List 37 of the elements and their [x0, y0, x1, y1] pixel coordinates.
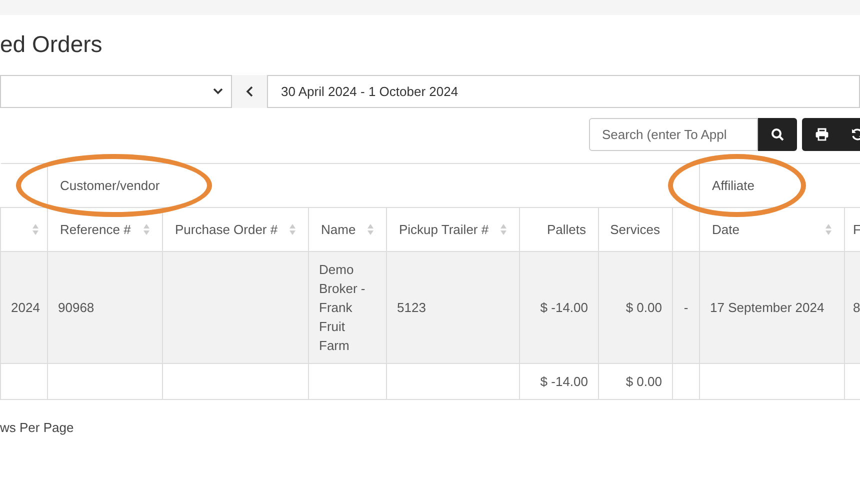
column-header: Pallets: [546, 220, 586, 239]
column-header: Services: [610, 220, 660, 239]
table-cell: $ 0.00: [626, 300, 662, 315]
sort-icon[interactable]: [32, 223, 39, 236]
table-cell: 5123: [397, 300, 426, 315]
column-header: Pickup Trailer #: [399, 220, 489, 239]
table-cell: Demo Broker - Frank Fruit Farm: [319, 262, 366, 353]
table-cell: 2024: [11, 300, 40, 315]
total-cell: $ -14.00: [540, 374, 588, 389]
column-group-header: Customer/vendor: [60, 176, 160, 196]
table-cell: 8: [853, 300, 860, 315]
table-cell: -: [684, 300, 688, 315]
print-icon[interactable]: [815, 128, 829, 141]
column-header: Name: [321, 220, 356, 239]
sort-icon[interactable]: [367, 223, 374, 236]
chevron-down-icon: [213, 88, 223, 95]
table-cell: 90968: [58, 300, 94, 315]
sort-icon[interactable]: [500, 223, 507, 236]
table-cell: 17 September 2024: [710, 300, 824, 315]
rows-per-page-label: ws Per Page: [0, 419, 75, 437]
column-group-header: Affiliate: [712, 176, 754, 196]
filter-select[interactable]: [0, 75, 232, 108]
search-icon: [771, 128, 784, 141]
sort-icon[interactable]: [289, 223, 296, 236]
sort-icon[interactable]: [825, 223, 832, 236]
search-button[interactable]: [758, 118, 797, 151]
page-title: ed Orders: [0, 30, 104, 59]
column-header: Reference #: [60, 220, 131, 239]
total-cell: $ 0.00: [626, 374, 662, 389]
column-header: Purchase Order #: [175, 220, 278, 239]
date-range-field[interactable]: 30 April 2024 - 1 October 2024: [267, 75, 860, 108]
column-header: Date: [712, 220, 740, 239]
sort-icon[interactable]: [143, 223, 150, 236]
previous-button[interactable]: [232, 75, 267, 108]
chevron-left-icon: [246, 86, 253, 97]
search-field[interactable]: Search (enter To Appl: [589, 118, 758, 151]
table-cell: $ -14.00: [540, 300, 588, 315]
